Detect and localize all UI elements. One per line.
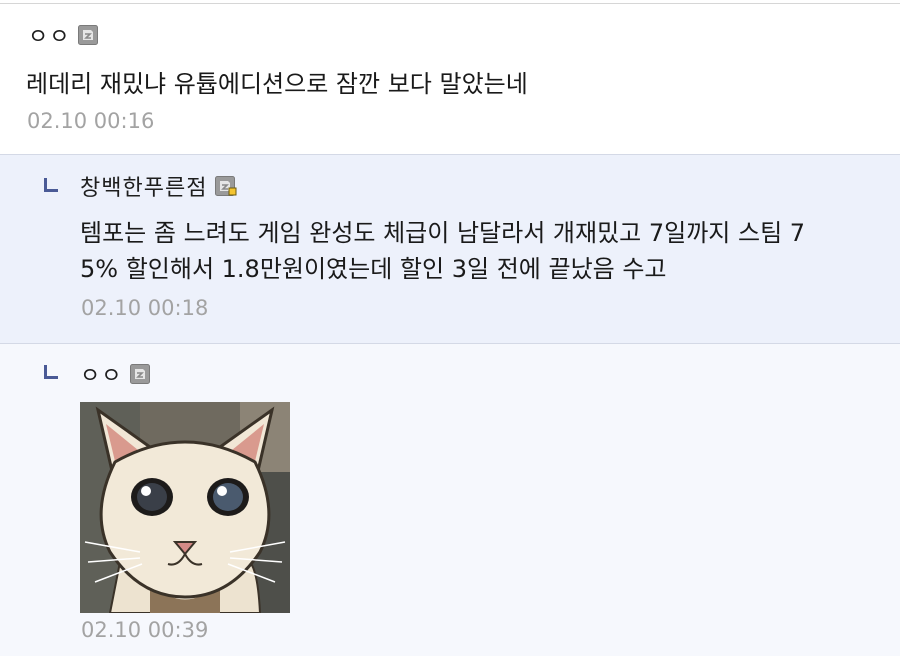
reply-arrow-icon [44, 365, 58, 379]
comment-nickname[interactable]: 창백한푸른점 [80, 170, 207, 202]
comment-time: 02.10 00:18 [81, 296, 209, 320]
comment-text-line: 템포는 좀 느려도 게임 완성도 체급이 남달라서 개재밌고 7일까지 스팀 7 [80, 219, 806, 247]
gallog-fixed-icon[interactable] [215, 176, 237, 196]
comment-item: ㅇㅇ 레데리 재밌냐 유튭에디션으로 잠깐 보다 말았는네 02.10 00:1… [0, 4, 900, 154]
gallog-icon[interactable] [78, 25, 99, 45]
comment-header: 창백한푸른점 [80, 170, 237, 202]
comment-header: ㅇㅇ [28, 19, 99, 51]
gallog-icon[interactable] [130, 364, 151, 384]
comment-text: 레데리 재밌냐 유튭에디션으로 잠깐 보다 말았는네 [26, 70, 528, 98]
comment-text: 템포는 좀 느려도 게임 완성도 체급이 남달라서 개재밌고 7일까지 스팀 7… [80, 215, 805, 287]
comment-header: ㅇㅇ [80, 358, 151, 390]
comment-time: 02.10 00:16 [27, 109, 155, 133]
comment-list: ㅇㅇ 레데리 재밌냐 유튭에디션으로 잠깐 보다 말았는네 02.10 00:1… [0, 0, 900, 656]
reply-arrow-icon [44, 178, 58, 192]
comment-nickname[interactable]: ㅇㅇ [80, 358, 122, 390]
comment-nickname[interactable]: ㅇㅇ [28, 19, 70, 51]
comment-time: 02.10 00:39 [81, 618, 209, 642]
comment-text-line: 5% 할인해서 1.8만원이였는데 할인 3일 전에 끝났음 수고 [80, 255, 667, 283]
cat-sticker-image[interactable] [80, 402, 290, 613]
reply-item: 창백한푸른점 템포는 좀 느려도 게임 완성도 체급이 남달라서 개재밌고 7일… [0, 154, 900, 343]
